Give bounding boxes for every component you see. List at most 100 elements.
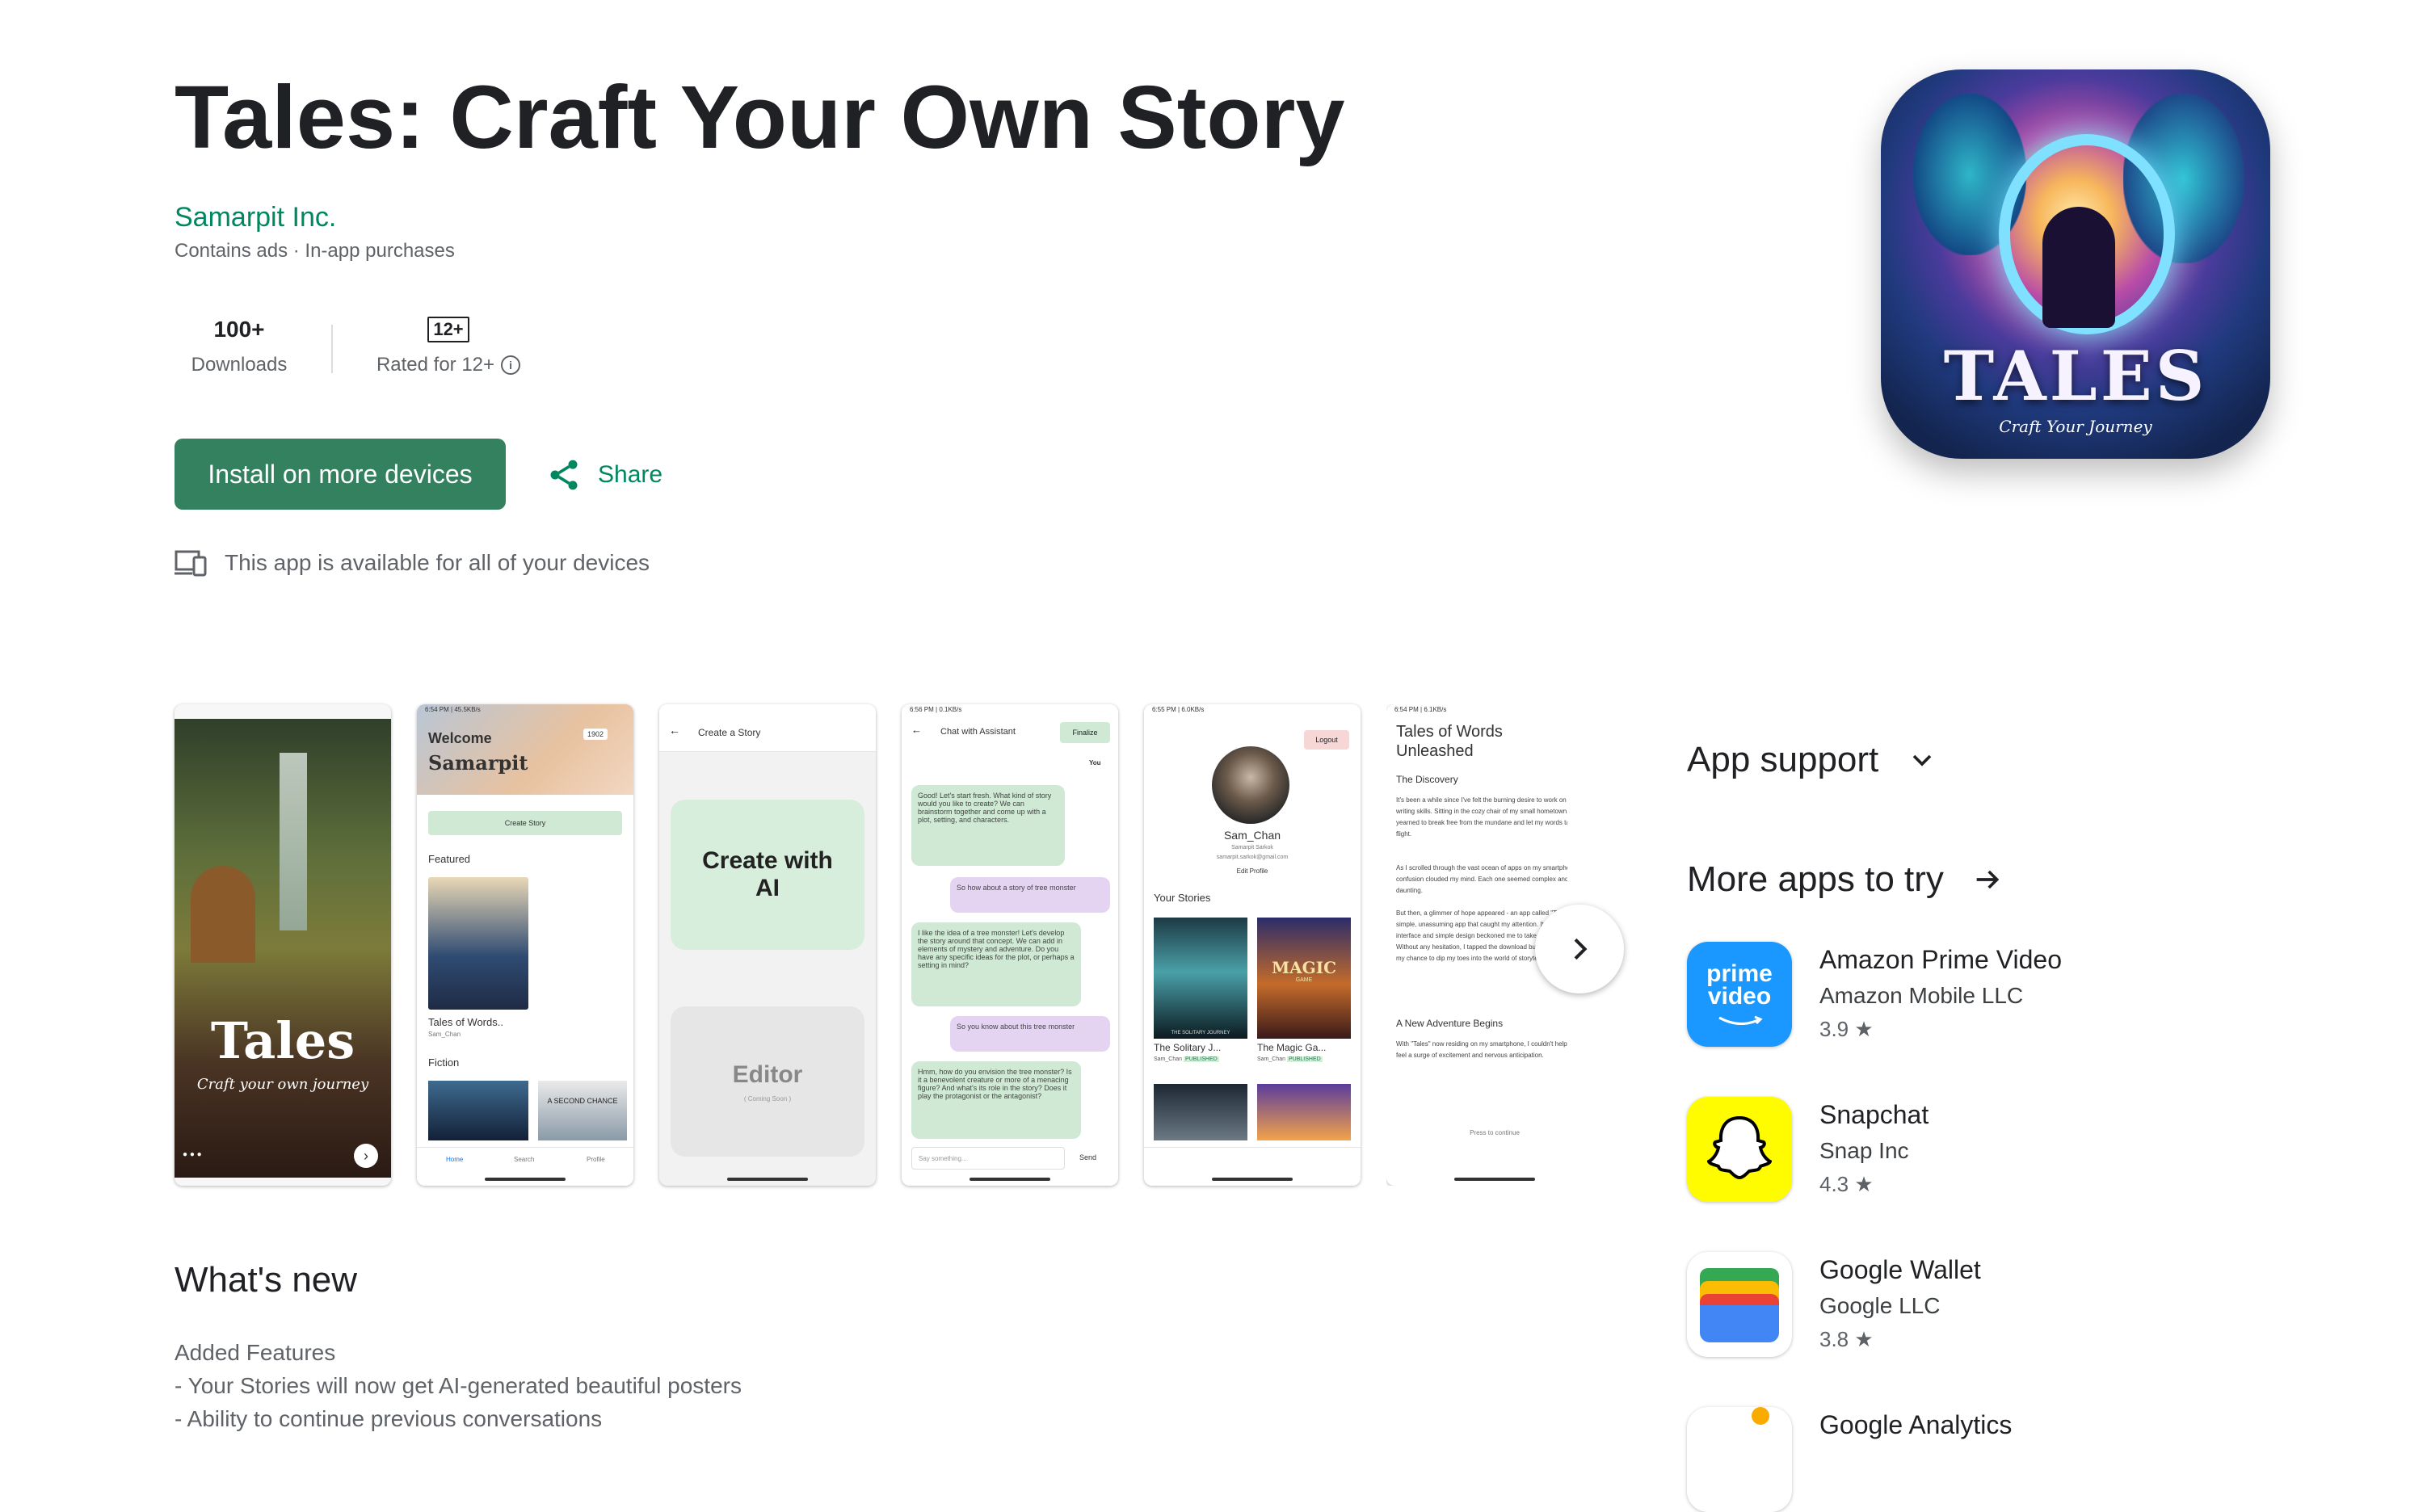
whats-new-heading: What's new (175, 1260, 358, 1300)
page-dots: ● ● ● (183, 1150, 202, 1159)
nav-search[interactable]: Search (514, 1156, 534, 1163)
featured-cover[interactable] (428, 877, 528, 1010)
create-story-button[interactable]: Create Story (428, 811, 622, 835)
story-poster-4[interactable] (1257, 1084, 1351, 1140)
app-rating: 3.8 ★ (1819, 1327, 1874, 1351)
assistant-message-2: I like the idea of a tree monster! Let's… (911, 922, 1081, 1006)
status-bar: 6:54 PM | 6.1KB/s (1394, 706, 1447, 713)
prime-video-icon-text: prime video (1706, 960, 1773, 1010)
waterfall-art (280, 753, 307, 930)
share-button[interactable]: Share (546, 452, 662, 498)
paragraph-2: As I scrolled through the vast ocean of … (1396, 864, 1567, 894)
back-arrow-icon[interactable]: ← (911, 724, 922, 736)
finalize-button[interactable]: Finalize (1060, 722, 1110, 743)
send-button[interactable]: Send (1079, 1153, 1096, 1161)
more-apps-link[interactable]: More apps to try (1687, 859, 2004, 900)
back-arrow-icon[interactable]: ← (669, 724, 680, 737)
poster-2-text: MAGIC (1271, 958, 1336, 977)
status-bar: 6:56 PM | 0.1KB/s (910, 706, 962, 713)
profile-username: Sam_Chan (1223, 829, 1281, 842)
editor-label: Editor (732, 1061, 803, 1088)
story-author-1: Sam_Chan PUBLISHED (1154, 1056, 1219, 1062)
gesture-bar (1212, 1178, 1293, 1181)
share-label: Share (598, 461, 663, 488)
your-stories-heading: Your Stories (1154, 892, 1211, 904)
app-item-snapchat[interactable]: Snapchat Snap Inc 4.3 ★ (1687, 1097, 1929, 1202)
whats-new-body: Added Features - Your Stories will now g… (175, 1336, 742, 1435)
status-bar: 6:55 PM | 6.0KB/s (1152, 706, 1205, 713)
info-icon[interactable]: i (501, 355, 521, 375)
create-with-ai-card[interactable]: Create with AI (671, 800, 864, 950)
you-label: You (1089, 759, 1101, 766)
create-header: ← Create a Story (659, 704, 876, 752)
splash-tagline: Craft your own journey (196, 1076, 369, 1093)
app-item-partial[interactable]: Google Analytics (1687, 1407, 2012, 1512)
screenshot-1[interactable]: Tales Craft your own journey ● ● ● › (175, 704, 391, 1186)
screenshot-2[interactable]: 6:54 PM | 45.5KB/s Welcome Samarpit 1902… (417, 704, 633, 1186)
assistant-message-1: Good! Let's start fresh. What kind of st… (911, 785, 1065, 866)
stat-divider (331, 325, 333, 373)
icon-subtitle: Craft Your Journey (1999, 417, 2152, 436)
story-title-1: The Solitary J... (1154, 1042, 1222, 1053)
nav-home[interactable]: Home (446, 1156, 463, 1163)
smile-arrow-icon (1718, 1015, 1763, 1025)
chevron-right-icon (1574, 938, 1588, 960)
app-support-toggle[interactable]: App support (1687, 740, 1938, 780)
app-name: Google Analytics (1819, 1410, 2013, 1439)
story-poster-1[interactable]: THE SOLITARY JOURNEY (1154, 918, 1247, 1039)
screenshots-next-button[interactable] (1535, 905, 1624, 993)
press-to-continue[interactable]: Press to continue (1386, 1129, 1567, 1136)
story-title-2: The Magic Ga... (1257, 1042, 1327, 1053)
splash-title: Tales (210, 1011, 355, 1070)
screenshot-3[interactable]: ← Create a Story Create with AI Editor (… (659, 704, 876, 1186)
edit-profile-link[interactable]: Edit Profile (1144, 867, 1361, 875)
app-name: Amazon Prime Video (1819, 945, 2062, 974)
screenshot-4[interactable]: 6:56 PM | 0.1KB/s ← Chat with Assistant … (902, 704, 1118, 1186)
app-rating: 3.9 ★ (1819, 1017, 1874, 1041)
star-icon: ★ (1854, 1017, 1874, 1041)
featured-heading: Featured (428, 853, 471, 865)
profile-fullname: Samarpit Sarkok (1231, 845, 1273, 850)
next-arrow-icon[interactable]: › (354, 1144, 378, 1168)
chevron-down-icon (1912, 754, 1932, 766)
screenshot-5[interactable]: 6:55 PM | 6.0KB/s Logout Sam_Chan Samarp… (1144, 704, 1361, 1186)
welcome-banner (417, 704, 633, 795)
fiction-heading: Fiction (428, 1056, 460, 1069)
app-icon: TALES Craft Your Journey (1881, 69, 2270, 459)
editor-card[interactable]: Editor ( Coming Soon ) (671, 1006, 864, 1157)
app-developer: Snap Inc (1819, 1138, 1909, 1163)
install-button[interactable]: Install on more devices (175, 439, 506, 510)
downloads-stat: 100+ Downloads (175, 315, 304, 376)
fiction-cover-2[interactable]: A SECOND CHANCE (538, 1081, 627, 1140)
user-message-2: So you know about this tree monster (950, 1016, 1110, 1052)
nav-profile[interactable]: Profile (587, 1156, 605, 1163)
bottom-nav: Home Search Profile (417, 1147, 633, 1180)
icon-couple-silhouette (2042, 207, 2115, 328)
app-meta: Contains ads · In-app purchases (175, 240, 455, 262)
profile-avatar (1212, 746, 1289, 824)
status-bar: 6:54 PM | 45.5KB/s (425, 706, 481, 713)
availability-text: This app is available for all of your de… (225, 550, 650, 575)
assistant-message-3: Hmm, how do you envision the tree monste… (911, 1061, 1081, 1139)
chat-input[interactable]: Say something... (911, 1147, 1065, 1170)
app-item-google-wallet[interactable]: Google Wallet Google LLC 3.8 ★ (1687, 1252, 1981, 1357)
paragraph-1: It's been a while since I've felt the bu… (1396, 796, 1567, 838)
logout-button[interactable]: Logout (1304, 730, 1349, 750)
app-title: Tales: Craft Your Own Story (175, 68, 1345, 167)
app-developer: Google LLC (1819, 1293, 1941, 1318)
story-poster-2[interactable]: MAGIC GAME (1257, 918, 1351, 1039)
app-item-prime-video[interactable]: prime video Amazon Prime Video Amazon Mob… (1687, 942, 2062, 1047)
gesture-bar (727, 1178, 808, 1181)
fiction-cover-1[interactable] (428, 1081, 528, 1140)
prime-video-icon: prime video (1687, 942, 1792, 1047)
google-wallet-icon (1687, 1252, 1792, 1357)
chapter-heading-1: The Discovery (1396, 774, 1458, 785)
user-name: Samarpit (428, 751, 528, 775)
whats-new-line-1: Added Features (175, 1340, 336, 1365)
chat-header: Chat with Assistant (940, 727, 1016, 737)
user-message-1: So how about a story of tree monster (950, 877, 1110, 913)
rating-stat: 12+ Rated for 12+ i (364, 315, 533, 376)
developer-link[interactable]: Samarpit Inc. (175, 202, 336, 233)
story-poster-3[interactable] (1154, 1084, 1247, 1140)
treehouse-art (191, 866, 255, 963)
